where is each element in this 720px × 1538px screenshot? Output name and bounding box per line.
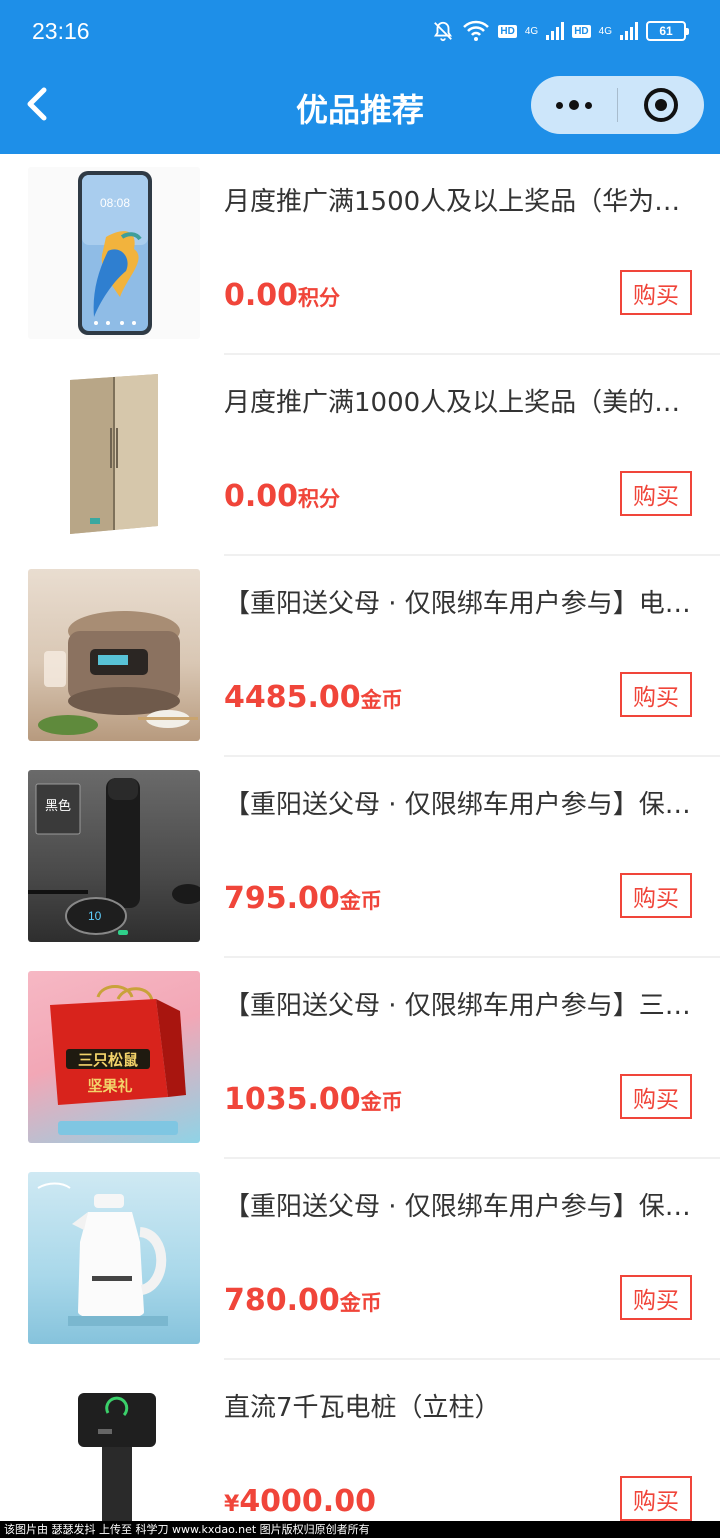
battery-level: 61 [659, 24, 673, 38]
miniprogram-capsule [531, 76, 704, 134]
more-dot-icon [569, 100, 579, 110]
product-price: ¥4000.00 [224, 1484, 376, 1519]
hd-badge-2: HD [572, 24, 591, 38]
watermark-bar: 该图片由 瑟瑟发抖 上传至 科学刀 www.kxdao.net 图片版权归原创者… [0, 1521, 720, 1538]
buy-button[interactable]: 购买 [620, 1275, 692, 1320]
product-item[interactable]: 三只松鼠 坚果礼 【重阳送父母 · 仅限绑车用户参与】三只松鼠坚果礼 1035.… [0, 958, 720, 1159]
price-value: 4000.00 [239, 1484, 376, 1519]
cup-color-label: 黑色 [45, 798, 71, 814]
phone-screen-time: 08:08 [100, 196, 130, 210]
product-price: 4485.00金币 [224, 680, 403, 715]
price-prefix: ¥ [224, 1492, 240, 1517]
gift-sub-label: 坚果礼 [87, 1077, 132, 1095]
product-price: 0.00积分 [224, 278, 340, 313]
product-price: 795.00金币 [224, 881, 382, 916]
nut-gift-box-image[interactable]: 三只松鼠 坚果礼 [28, 971, 200, 1143]
price-value: 780.00 [224, 1283, 340, 1318]
price-unit: 积分 [298, 286, 341, 310]
refrigerator-image[interactable] [28, 368, 200, 540]
product-price: 0.00积分 [224, 479, 340, 514]
product-item[interactable]: 【重阳送父母 · 仅限绑车用户参与】电饭煲 4485.00金币 购买 [0, 556, 720, 757]
signal-icon [546, 22, 565, 40]
price-unit: 金币 [339, 889, 382, 913]
buy-button[interactable]: 购买 [620, 672, 692, 717]
app-header: 23:16 HD 4G HD 4G 61 优品推荐 [0, 0, 720, 154]
status-icons: HD 4G HD 4G 61 [432, 17, 689, 45]
price-unit: 金币 [360, 1090, 403, 1114]
product-name[interactable]: 月度推广满1000人及以上奖品（美的双开门冰箱） [224, 385, 692, 421]
network-type-2: 4G [598, 25, 612, 37]
price-unit: 金币 [339, 1291, 382, 1315]
status-bar: 23:16 HD 4G HD 4G 61 [0, 0, 720, 62]
product-name[interactable]: 月度推广满1500人及以上奖品（华为Mate40 Pro） [224, 184, 692, 220]
phone-image[interactable]: 08:08 [28, 167, 200, 339]
bell-off-icon [434, 21, 453, 42]
buy-button[interactable]: 购买 [620, 873, 692, 918]
product-item[interactable]: 【重阳送父母 · 仅限绑车用户参与】保温壶 780.00金币 购买 [0, 1159, 720, 1360]
product-name[interactable]: 【重阳送父母 · 仅限绑车用户参与】保温壶 [224, 1189, 692, 1225]
wifi-icon [463, 20, 490, 41]
product-price: 780.00金币 [224, 1283, 382, 1318]
price-unit: 积分 [298, 487, 341, 511]
product-price: 1035.00金币 [224, 1082, 403, 1117]
thermos-cup-image[interactable]: 黑色 10 [28, 770, 200, 942]
price-value: 795.00 [224, 881, 340, 916]
close-miniprogram-button[interactable] [618, 76, 704, 134]
battery-icon: 61 [646, 21, 689, 41]
buy-button[interactable]: 购买 [620, 270, 692, 315]
product-name[interactable]: 【重阳送父母 · 仅限绑车用户参与】三只松鼠坚果礼 [224, 988, 692, 1024]
product-name[interactable]: 【重阳送父母 · 仅限绑车用户参与】电饭煲 [224, 586, 692, 622]
price-value: 1035.00 [224, 1082, 361, 1117]
signal-icon-2 [620, 22, 638, 40]
price-unit: 金币 [360, 688, 403, 712]
product-item[interactable]: 黑色 10 【重阳送父母 · 仅限绑车用户参与】保温杯 795.00金币 购买 [0, 757, 720, 958]
more-button[interactable] [531, 76, 617, 134]
status-time: 23:16 [32, 18, 90, 44]
gift-brand-label: 三只松鼠 [78, 1051, 138, 1069]
buy-button[interactable]: 购买 [620, 471, 692, 516]
more-dot-icon [585, 101, 592, 109]
buy-button[interactable]: 购买 [620, 1476, 692, 1521]
navigation-bar: 优品推荐 [0, 62, 720, 154]
network-type: 4G [524, 25, 539, 37]
rice-cooker-image[interactable] [28, 569, 200, 741]
hd-badge: HD [498, 24, 517, 38]
price-value: 0.00 [224, 479, 299, 514]
product-item[interactable]: 08:08 月度推广满1500人及以上奖品（华为Mate40 Pro） 0.00… [0, 154, 720, 355]
more-dot-icon [556, 101, 563, 109]
product-list: 08:08 月度推广满1500人及以上奖品（华为Mate40 Pro） 0.00… [0, 154, 720, 1538]
charging-pile-image[interactable] [28, 1373, 200, 1538]
price-value: 4485.00 [224, 680, 361, 715]
thermal-kettle-image[interactable] [28, 1172, 200, 1344]
svg-text:10: 10 [88, 909, 102, 923]
product-name[interactable]: 直流7千瓦电桩（立柱） [224, 1390, 692, 1426]
product-item[interactable]: 月度推广满1000人及以上奖品（美的双开门冰箱） 0.00积分 购买 [0, 355, 720, 556]
target-icon [644, 88, 678, 122]
buy-button[interactable]: 购买 [620, 1074, 692, 1119]
product-name[interactable]: 【重阳送父母 · 仅限绑车用户参与】保温杯 [224, 787, 692, 823]
product-item[interactable]: 直流7千瓦电桩（立柱） ¥4000.00 购买 [0, 1360, 720, 1538]
price-value: 0.00 [224, 278, 299, 313]
